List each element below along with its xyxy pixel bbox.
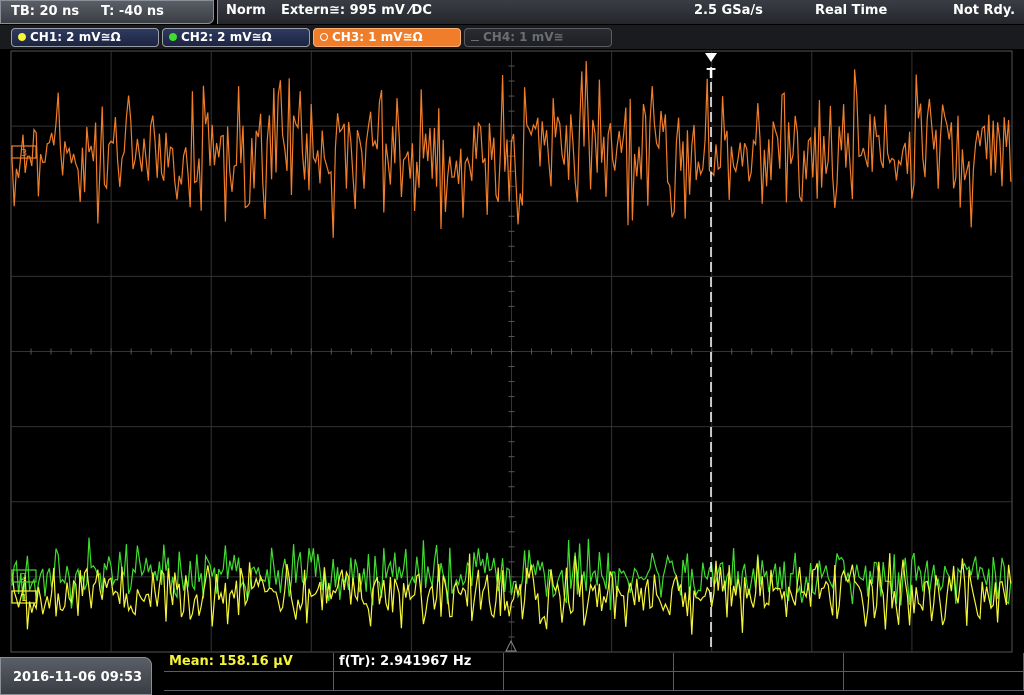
channel-1-button[interactable]: CH1: 2 mV≅Ω	[11, 28, 159, 47]
channel-3-ref-label: 3	[21, 148, 27, 159]
trigger-arrow-icon	[705, 53, 717, 62]
channel-bar: CH1: 2 mV≅Ω CH2: 2 mV≅Ω CH3: 1 mV≅Ω CH4:…	[0, 25, 1024, 49]
measurement-cell-empty	[164, 672, 334, 691]
status-bar: TB: 20 ns T: -40 ns Norm Extern≅: 995 mV…	[0, 0, 1024, 24]
sample-rate: 2.5 GSa/s	[694, 3, 763, 18]
trigger-source: Extern≅: 995 mV ⁄DC	[281, 3, 432, 18]
channel-4-indicator-icon	[471, 40, 479, 41]
trigger-marker[interactable]: T	[705, 53, 717, 82]
trigger-panel[interactable]: Norm Extern≅: 995 mV ⁄DC 2.5 GSa/s Real …	[217, 0, 1024, 24]
channel-2-button[interactable]: CH2: 2 mV≅Ω	[162, 28, 310, 47]
measurement-cell-empty	[674, 653, 844, 672]
acquisition-mode: Real Time	[815, 3, 888, 18]
channel-2-label: CH2: 2 mV≅Ω	[181, 30, 272, 44]
channel-3-label: CH3: 1 mV≅Ω	[332, 30, 423, 44]
measurement-cell-empty	[504, 672, 674, 691]
measurement-cell-empty	[844, 653, 1024, 672]
datetime-value: 2016-11-06 09:53	[13, 670, 143, 685]
channel-2-ref-label: 2	[21, 572, 27, 583]
channel-4-label: CH4: 1 mV≅	[483, 30, 564, 44]
channel-1-indicator-icon	[18, 33, 26, 41]
trigger-time-value: T: -40 ns	[101, 4, 164, 19]
datetime-panel: 2016-11-06 09:53	[0, 657, 152, 695]
measurement-table[interactable]: Mean: 158.16 μV f(Tr): 2.941967 Hz	[164, 653, 1024, 695]
scope-grid: T 3 2 1	[10, 50, 1013, 653]
footer-bar: 2016-11-06 09:53 Mean: 158.16 μV f(Tr): …	[0, 653, 1024, 695]
measurement-cell-empty	[504, 653, 674, 672]
channel-2-indicator-icon	[169, 33, 177, 41]
measurement-cell-empty	[844, 672, 1024, 691]
channel-1-ref-label: 1	[21, 593, 27, 604]
channel-4-button[interactable]: CH4: 1 mV≅	[464, 28, 612, 47]
trigger-label: T	[707, 67, 716, 82]
channel-3-button[interactable]: CH3: 1 mV≅Ω	[313, 28, 461, 47]
run-status: Not Rdy.	[953, 3, 1016, 18]
channel-3-indicator-icon	[320, 33, 328, 41]
trigger-mode: Norm	[226, 3, 266, 18]
measurement-frequency: f(Tr): 2.941967 Hz	[334, 653, 504, 672]
channel-1-label: CH1: 2 mV≅Ω	[30, 30, 121, 44]
measurement-mean: Mean: 158.16 μV	[164, 653, 334, 672]
measurement-cell-empty	[674, 672, 844, 691]
measurement-cell-empty	[334, 672, 504, 691]
timebase-panel[interactable]: TB: 20 ns T: -40 ns	[0, 0, 214, 24]
waveform-display[interactable]: T 3 2 1	[0, 49, 1024, 654]
timebase-value: TB: 20 ns	[11, 4, 80, 19]
